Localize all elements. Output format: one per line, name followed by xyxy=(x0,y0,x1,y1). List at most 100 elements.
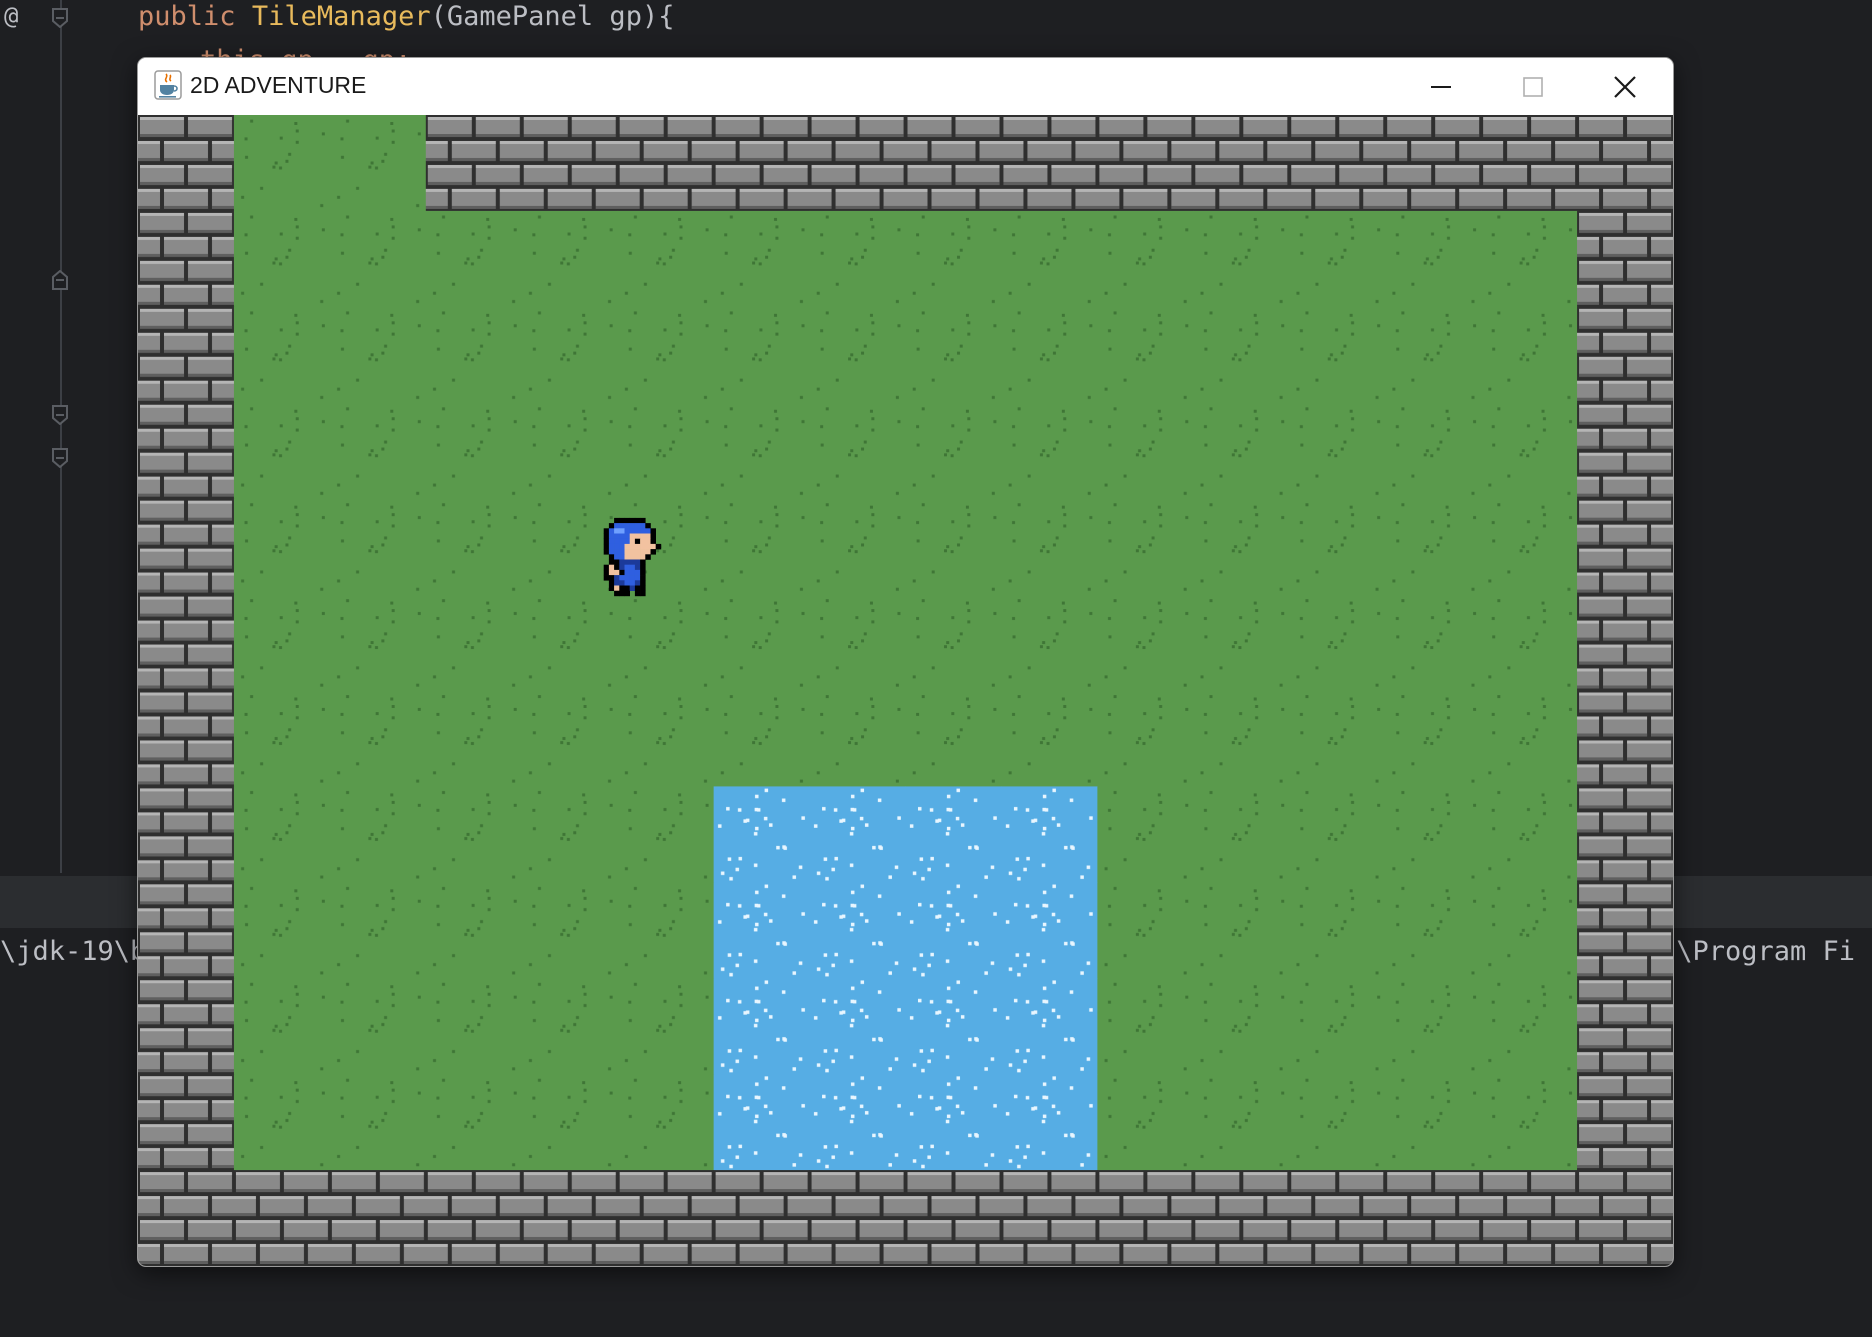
grass-tile xyxy=(521,978,619,1075)
grass-tile xyxy=(1385,498,1482,596)
water-tile xyxy=(713,786,811,883)
grass-tile xyxy=(713,402,811,500)
wall-tile xyxy=(425,1170,523,1266)
minimize-button[interactable] xyxy=(1395,58,1487,115)
grass-tile xyxy=(1481,402,1578,500)
grass-tile xyxy=(233,210,331,308)
grass-tile xyxy=(233,978,331,1075)
grass-tile xyxy=(1193,882,1290,979)
water-tile xyxy=(809,1074,906,1171)
wall-tile xyxy=(1097,1170,1194,1266)
wall-tile xyxy=(138,690,235,787)
grass-tile xyxy=(809,402,906,500)
wall-tile xyxy=(138,1170,235,1266)
grass-tile xyxy=(233,402,331,500)
grass-tile xyxy=(905,306,1002,404)
grass-tile xyxy=(905,594,1002,691)
wall-tile xyxy=(138,594,235,691)
grass-tile xyxy=(521,786,619,883)
water-tile xyxy=(713,978,811,1075)
wall-tile xyxy=(1577,978,1673,1075)
grass-tile xyxy=(1289,978,1386,1075)
wall-tile xyxy=(233,1170,331,1266)
grass-tile xyxy=(1001,306,1098,404)
water-tile xyxy=(1001,978,1098,1075)
grass-tile xyxy=(1289,690,1386,787)
game-canvas[interactable] xyxy=(138,115,1673,1266)
wall-tile xyxy=(138,882,235,979)
water-tile xyxy=(1001,786,1098,883)
grass-tile xyxy=(1481,978,1578,1075)
grass-tile xyxy=(1481,882,1578,979)
grass-tile xyxy=(713,498,811,596)
grass-tile xyxy=(329,1074,427,1171)
grass-tile xyxy=(425,1074,523,1171)
grass-tile xyxy=(1385,1074,1482,1171)
maximize-button[interactable] xyxy=(1487,58,1579,115)
wall-tile xyxy=(809,1170,906,1266)
grass-tile xyxy=(1481,594,1578,691)
override-gutter-icon: @ xyxy=(4,2,19,30)
grass-tile xyxy=(425,882,523,979)
window-titlebar[interactable]: 2D ADVENTURE xyxy=(138,58,1673,115)
wall-tile xyxy=(1385,115,1482,212)
grass-tile xyxy=(1289,882,1386,979)
grass-tile xyxy=(1289,498,1386,596)
grass-tile xyxy=(713,594,811,691)
water-tile xyxy=(809,882,906,979)
grass-tile xyxy=(425,594,523,691)
water-tile xyxy=(809,978,906,1075)
tile-map xyxy=(138,115,1673,1266)
grass-tile xyxy=(1193,978,1290,1075)
grass-tile xyxy=(1097,690,1194,787)
code-line-constructor[interactable]: public TileManager(GamePanel gp){ xyxy=(138,0,674,34)
close-button[interactable] xyxy=(1579,58,1671,115)
fold-marker-icon[interactable] xyxy=(51,448,69,468)
wall-tile xyxy=(1385,1170,1482,1266)
grass-tile xyxy=(521,594,619,691)
code-keyword: public xyxy=(138,1,236,32)
wall-tile xyxy=(1577,1170,1673,1266)
grass-tile xyxy=(521,306,619,404)
water-tile xyxy=(905,978,1002,1075)
fold-marker-icon[interactable] xyxy=(51,8,69,28)
grass-tile xyxy=(1481,690,1578,787)
grass-tile xyxy=(425,978,523,1075)
grass-tile xyxy=(1097,1074,1194,1171)
grass-tile xyxy=(1385,978,1482,1075)
grass-tile xyxy=(329,498,427,596)
wall-tile xyxy=(138,498,235,596)
wall-tile xyxy=(425,115,523,212)
grass-tile xyxy=(233,1074,331,1171)
wall-tile xyxy=(329,1170,427,1266)
grass-tile xyxy=(617,402,715,500)
game-window[interactable]: 2D ADVENTURE xyxy=(137,57,1674,1267)
grass-tile xyxy=(425,210,523,308)
fold-marker-icon[interactable] xyxy=(51,405,69,425)
grass-tile xyxy=(617,882,715,979)
grass-tile xyxy=(713,690,811,787)
grass-tile xyxy=(1289,402,1386,500)
wall-tile xyxy=(1001,1170,1098,1266)
grass-tile xyxy=(1001,594,1098,691)
grass-tile xyxy=(617,306,715,404)
grass-tile xyxy=(1481,498,1578,596)
grass-tile xyxy=(809,594,906,691)
wall-tile xyxy=(138,1074,235,1171)
fold-marker-icon[interactable] xyxy=(51,270,69,290)
grass-tile xyxy=(1193,210,1290,308)
maximize-icon xyxy=(1523,76,1543,97)
grass-tile xyxy=(1385,402,1482,500)
grass-tile xyxy=(1193,1074,1290,1171)
grass-tile xyxy=(905,498,1002,596)
grass-tile xyxy=(713,210,811,308)
grass-tile xyxy=(1385,882,1482,979)
code-params: (GamePanel gp){ xyxy=(430,1,675,32)
wall-tile xyxy=(138,402,235,500)
grass-tile xyxy=(1193,402,1290,500)
wall-tile xyxy=(1481,1170,1578,1266)
grass-tile xyxy=(617,690,715,787)
grass-tile xyxy=(329,882,427,979)
wall-tile xyxy=(1577,786,1673,883)
water-tile xyxy=(905,786,1002,883)
